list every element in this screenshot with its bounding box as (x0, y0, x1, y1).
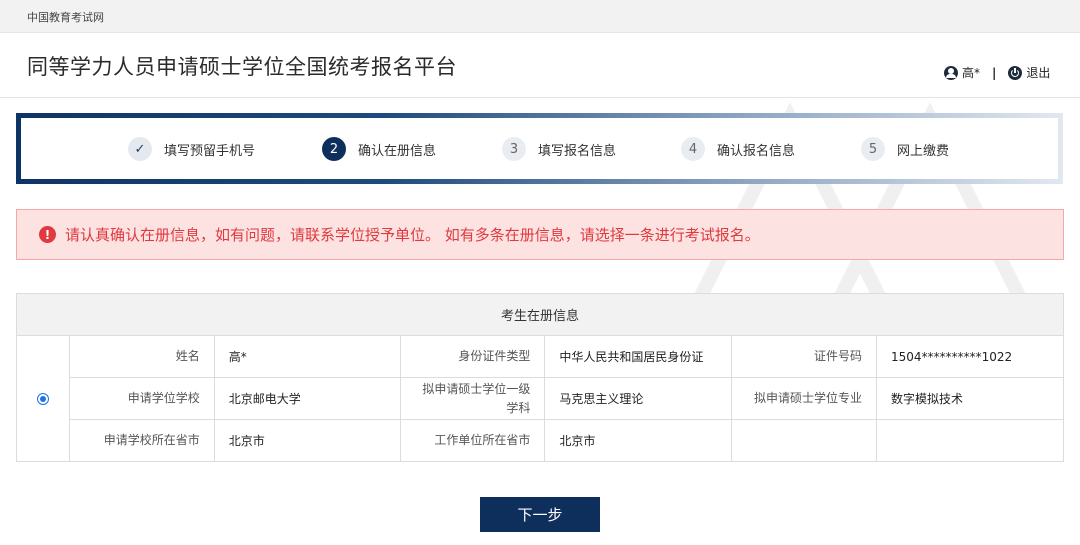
field-value: 数字模拟技术 (876, 377, 1064, 420)
step-label: 确认在册信息 (358, 143, 437, 159)
alert-banner: ! 请认真确认在册信息，如有问题，请联系学位授予单位。 如有多条在册信息，请选择… (16, 209, 1064, 260)
top-bar: 中国教育考试网 (0, 0, 1080, 33)
next-step-button[interactable]: 下一步 (480, 497, 600, 532)
field-value: 北京市 (544, 419, 733, 462)
field-value: 北京市 (213, 419, 401, 462)
field-value: 1504**********1022 (876, 335, 1064, 378)
site-name[interactable]: 中国教育考试网 (27, 9, 104, 25)
step-2: 2 确认在册信息 (322, 137, 436, 161)
field-label: 拟申请硕士学位一级学科 (399, 377, 546, 420)
step-label: 填写报名信息 (538, 143, 617, 159)
step-number: 2 (322, 137, 346, 161)
power-icon (1008, 65, 1023, 80)
logout-link[interactable]: 退出 (1008, 64, 1050, 81)
user-name[interactable]: 高* (962, 64, 980, 81)
alert-text: 请认真确认在册信息，如有问题，请联系学位授予单位。 如有多条在册信息，请选择一条… (65, 226, 760, 244)
user-icon (944, 65, 958, 80)
field-label: 身份证件类型 (399, 335, 546, 378)
field-label: 拟申请硕士学位专业 (731, 377, 878, 420)
registration-info-table: 考生在册信息 姓名 高* 身份证件类型 中华人民共和国居民身份证 证件号码 15… (16, 293, 1064, 462)
step-label: 网上缴费 (897, 143, 950, 159)
step-number: 4 (681, 137, 705, 161)
step-4: 4 确认报名信息 (681, 137, 795, 161)
field-value: 中华人民共和国居民身份证 (544, 335, 733, 378)
field-label: 申请学校所在省市 (68, 419, 215, 462)
table-row: 姓名 高* 身份证件类型 中华人民共和国居民身份证 证件号码 1504*****… (16, 335, 1064, 462)
field-label: 申请学位学校 (68, 377, 215, 420)
step-1: ✓ 填写预留手机号 (128, 137, 255, 161)
record-select-cell (16, 335, 70, 462)
warning-icon: ! (39, 226, 56, 243)
step-label: 确认报名信息 (717, 143, 796, 159)
step-number: 5 (861, 137, 885, 161)
logout-label: 退出 (1026, 66, 1051, 80)
field-value: 高* (213, 335, 401, 378)
table-header: 考生在册信息 (16, 293, 1064, 336)
record-radio[interactable] (36, 393, 49, 405)
step-label: 填写预留手机号 (164, 143, 256, 159)
table-row: 申请学校所在省市 北京市 工作单位所在省市 北京市 (17, 419, 1064, 462)
step-5: 5 网上缴费 (861, 137, 949, 161)
field-value (876, 419, 1064, 462)
user-area: 高* | 退出 (944, 64, 1050, 81)
progress-steps: ✓ 填写预留手机号 2 确认在册信息 3 填写报名信息 4 确认报名信息 5 网… (16, 113, 1063, 184)
field-label: 姓名 (68, 335, 215, 378)
page-title: 同等学力人员申请硕士学位全国统考报名平台 (27, 55, 457, 79)
table-header-row: 考生在册信息 (16, 293, 1064, 336)
step-number: 3 (502, 137, 526, 161)
step-3: 3 填写报名信息 (502, 137, 616, 161)
field-label (731, 419, 878, 462)
header-separator: | (992, 65, 997, 80)
header: 同等学力人员申请硕士学位全国统考报名平台 高* | 退出 (0, 33, 1080, 98)
step-check-icon: ✓ (128, 137, 152, 161)
table-row: 申请学位学校 北京邮电大学 拟申请硕士学位一级学科 马克思主义理论 拟申请硕士学… (17, 377, 1064, 420)
field-value: 马克思主义理论 (544, 377, 733, 420)
field-label: 工作单位所在省市 (399, 419, 546, 462)
progress-steps-inner: ✓ 填写预留手机号 2 确认在册信息 3 填写报名信息 4 确认报名信息 5 网… (21, 118, 1058, 179)
field-label: 证件号码 (731, 335, 878, 378)
field-value: 北京邮电大学 (213, 377, 401, 420)
